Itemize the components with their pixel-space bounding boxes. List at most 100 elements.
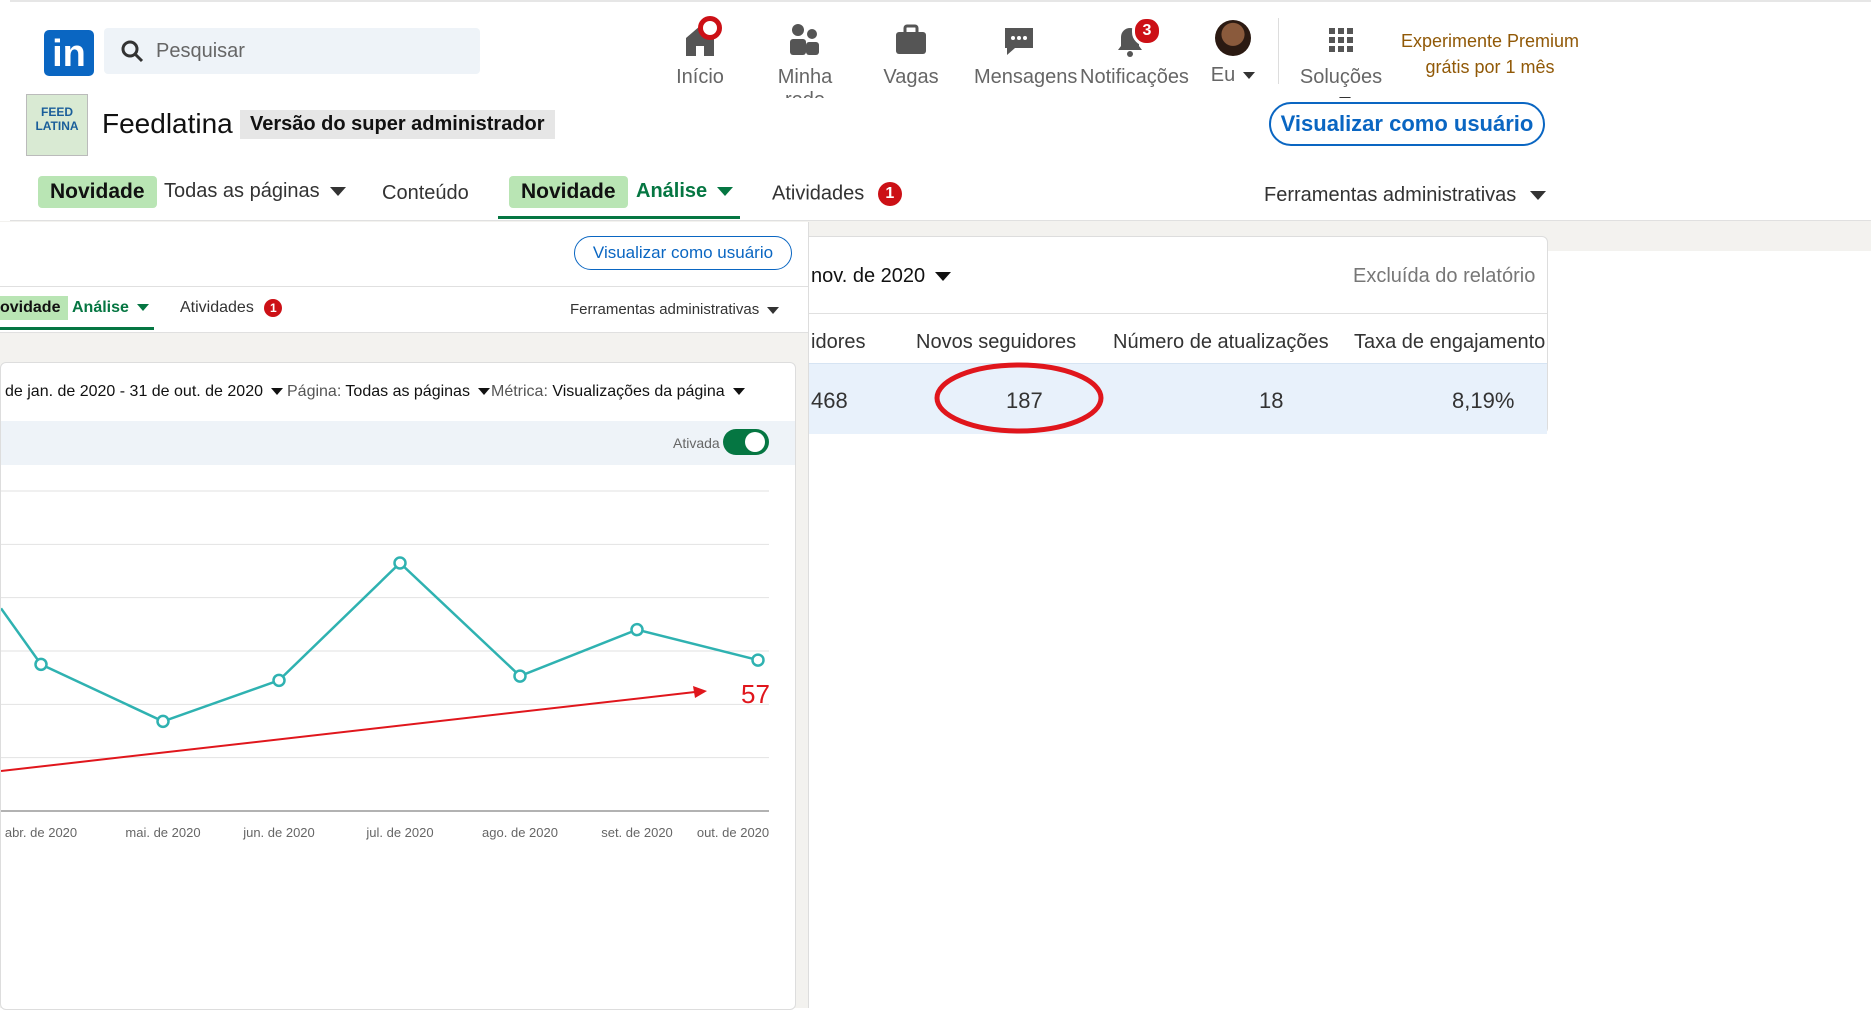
premium-line-2: grátis por 1 mês xyxy=(1425,57,1555,77)
search-bar[interactable]: Pesquisar xyxy=(104,28,480,74)
nav-divider xyxy=(1278,18,1279,84)
inset-filter-date[interactable]: de jan. de 2020 - 31 de out. de 2020 xyxy=(5,383,283,401)
page-header: FEED LATINA Feedlatina Versão do super ad… xyxy=(10,94,1871,165)
inset-view-as-user-button[interactable]: Visualizar como usuário xyxy=(574,236,792,270)
tab-all-pages[interactable]: Todas as páginas xyxy=(164,180,346,203)
inset-filter-metric[interactable]: Métrica: Visualizações da página xyxy=(491,383,745,401)
arrowhead xyxy=(693,686,707,698)
data-point[interactable] xyxy=(513,669,527,683)
tab-content[interactable]: Conteúdo xyxy=(382,182,469,205)
avatar xyxy=(1215,20,1251,56)
data-point[interactable] xyxy=(272,673,286,688)
col-followers-header[interactable]: idores xyxy=(811,331,865,354)
excluded-from-report: Excluída do relatório xyxy=(1353,265,1536,287)
inset-admin-tools-label: Ferramentas administrativas xyxy=(570,301,760,318)
nav-jobs-label: Vagas xyxy=(883,66,939,88)
table-row: 468 187 18 8,19% xyxy=(801,363,1547,434)
inset-screenshot: Visualizar como usuário ovidade Análise … xyxy=(0,222,809,1010)
inset-toggle[interactable] xyxy=(723,429,769,455)
x-tick-label: out. de 2020 xyxy=(697,825,769,840)
nav-solutions-label: Soluções xyxy=(1299,66,1383,88)
nav-messaging[interactable]: Mensagens xyxy=(974,20,1077,89)
inset-admin-tools-menu[interactable]: Ferramentas administrativas xyxy=(570,301,780,318)
notifications-badge: 3 xyxy=(1132,16,1162,46)
inset-chart-card: de jan. de 2020 - 31 de out. de 2020 Pág… xyxy=(0,362,796,1010)
chevron-down-icon xyxy=(717,187,734,197)
data-point[interactable] xyxy=(630,622,644,637)
line-chart: abr. de 2020 mai. de 2020 jun. de 2020 jul.… xyxy=(1,490,770,840)
chevron-down-icon xyxy=(732,388,745,396)
x-tick-label: jun. de 2020 xyxy=(242,825,315,840)
inset-filter-metric-label: Métrica: xyxy=(491,383,548,400)
activities-badge: 1 xyxy=(877,182,902,206)
tab-analysis-underline xyxy=(498,216,740,219)
date-range-selector[interactable]: nov. de 2020 xyxy=(811,265,952,288)
x-tick-label: ago. de 2020 xyxy=(482,825,558,840)
nav-notifications-label: Notificações xyxy=(1080,66,1189,88)
data-point[interactable] xyxy=(393,556,407,570)
x-tick-label: mai. de 2020 xyxy=(125,825,200,840)
data-point[interactable] xyxy=(34,657,48,672)
inset-tab-activities-label: Atividades xyxy=(180,299,254,317)
col-engagement-header[interactable]: Taxa de engajamento xyxy=(1354,331,1545,354)
x-tick-label: jul. de 2020 xyxy=(365,825,433,840)
col-new-followers-header[interactable]: Novos seguidores xyxy=(916,331,1076,354)
company-logo[interactable]: FEED LATINA xyxy=(26,94,88,156)
tab-analysis[interactable]: Análise xyxy=(636,180,734,203)
cell-updates: 18 xyxy=(1259,388,1284,413)
tab-analysis-label: Análise xyxy=(636,180,708,202)
chevron-down-icon xyxy=(271,388,283,396)
data-point[interactable] xyxy=(751,653,765,667)
messaging-icon xyxy=(1005,28,1033,55)
linkedin-logo[interactable]: in xyxy=(44,30,94,76)
inset-tab-underline xyxy=(0,327,154,330)
inset-filter-page-label: Página: xyxy=(287,383,342,400)
cell-engagement: 8,19% xyxy=(1452,388,1515,413)
inset-header: Visualizar como usuário ovidade Análise … xyxy=(0,222,808,333)
inset-tab-activities[interactable]: Atividades 1 xyxy=(180,299,283,317)
table-divider xyxy=(801,313,1547,314)
inset-toggle-label: Ativada xyxy=(673,435,720,451)
home-notification-dot xyxy=(698,16,722,40)
cell-followers: 468 xyxy=(811,388,848,413)
col-updates-header[interactable]: Número de atualizações xyxy=(1113,331,1329,354)
premium-line-1: Experimente Premium xyxy=(1400,31,1580,51)
admin-tabs: Novidade Todas as páginas Conteúdo Novid… xyxy=(10,164,1871,221)
tab-activities-label: Atividades xyxy=(772,182,865,205)
admin-view-badge: Versão do super administrador xyxy=(240,110,555,139)
premium-upsell-link[interactable]: Experimente Premium grátis por 1 mês xyxy=(1390,28,1590,80)
inset-filter-metric-value: Visualizações da página xyxy=(552,383,725,400)
inset-tab-analysis-label: Análise xyxy=(72,299,129,316)
chevron-down-icon xyxy=(329,187,346,197)
chevron-down-icon xyxy=(767,306,780,314)
page-title: Feedlatina xyxy=(102,108,233,139)
x-tick-label: set. de 2020 xyxy=(601,825,673,840)
data-point[interactable] xyxy=(156,714,170,729)
view-as-user-button[interactable]: Visualizar como usuário xyxy=(1269,102,1545,146)
new-tag-analysis: Novidade xyxy=(509,176,628,208)
search-icon xyxy=(121,40,144,63)
network-icon xyxy=(790,24,819,55)
inset-filter-date-label: de jan. de 2020 - 31 de out. de 2020 xyxy=(5,383,263,400)
analytics-table-card: nov. de 2020 Excluída do relatório idore… xyxy=(800,236,1548,434)
nav-home[interactable]: Início xyxy=(670,16,730,89)
inset-activities-badge: 1 xyxy=(264,299,283,317)
inset-filter-page[interactable]: Página: Todas as páginas xyxy=(287,383,490,401)
global-nav: in Pesquisar Início Minha rede Vagas xyxy=(10,0,1871,111)
inset-new-tag: ovidade xyxy=(0,296,69,320)
nav-messaging-label: Mensagens xyxy=(974,66,1078,88)
tab-all-pages-label: Todas as páginas xyxy=(164,180,320,202)
highlight-circle xyxy=(934,362,1104,434)
nav-me[interactable]: Eu xyxy=(1208,20,1258,87)
x-tick-label: abr. de 2020 xyxy=(5,825,77,840)
nav-me-label: Eu xyxy=(1210,64,1236,86)
nav-jobs[interactable]: Vagas xyxy=(881,20,941,89)
inset-tab-analysis[interactable]: Análise xyxy=(72,299,149,317)
briefcase-icon xyxy=(896,24,926,54)
nav-home-label: Início xyxy=(676,66,724,88)
tab-activities[interactable]: Atividades 1 xyxy=(772,182,902,206)
nav-notifications[interactable]: Notificações 3 xyxy=(1080,16,1189,89)
annotation-value: 57 xyxy=(741,679,770,709)
admin-tools-menu[interactable]: Ferramentas administrativas xyxy=(1264,184,1547,207)
search-input[interactable]: Pesquisar xyxy=(156,40,245,63)
